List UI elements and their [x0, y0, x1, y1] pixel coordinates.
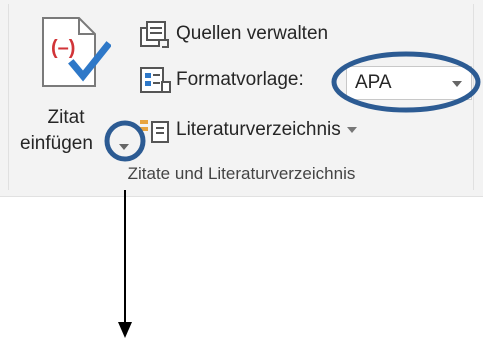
- bibliography-icon: [140, 120, 169, 143]
- manage-sources-icon: [140, 21, 169, 48]
- annotation-arrow-head: [118, 322, 132, 338]
- bibliography-button[interactable]: Literaturverzeichnis: [138, 114, 359, 146]
- chevron-down-icon: [346, 127, 357, 133]
- citation-style-select[interactable]: APA: [346, 66, 472, 100]
- style-label: Formatvorlage:: [176, 69, 304, 90]
- manage-sources-label: Quellen verwalten: [176, 23, 329, 44]
- format-style-icon: [140, 67, 171, 93]
- insert-citation-dropdown-icon[interactable]: [117, 142, 131, 152]
- chevron-down-icon: [452, 81, 462, 87]
- ribbon-divider: [8, 4, 9, 190]
- citation-style-value: APA: [355, 72, 392, 93]
- manage-sources-button[interactable]: Quellen verwalten: [138, 18, 328, 50]
- insert-citation-label-line1: Zitat: [47, 107, 85, 128]
- citation-document-check-icon: (–): [42, 17, 111, 87]
- insert-citation-label-line2: einfügen: [20, 133, 93, 154]
- svg-text:(–): (–): [51, 37, 75, 59]
- bibliography-label: Literaturverzeichnis: [176, 119, 341, 140]
- references-ribbon: (–) Zitat einfügen Quellen verwalten For…: [0, 0, 483, 197]
- group-label: Zitate und Literaturverzeichnis: [127, 164, 356, 183]
- style-row: Formatvorlage:: [138, 64, 304, 96]
- insert-citation-button[interactable]: (–) Zitat einfügen: [12, 10, 120, 162]
- ribbon-divider: [473, 4, 474, 190]
